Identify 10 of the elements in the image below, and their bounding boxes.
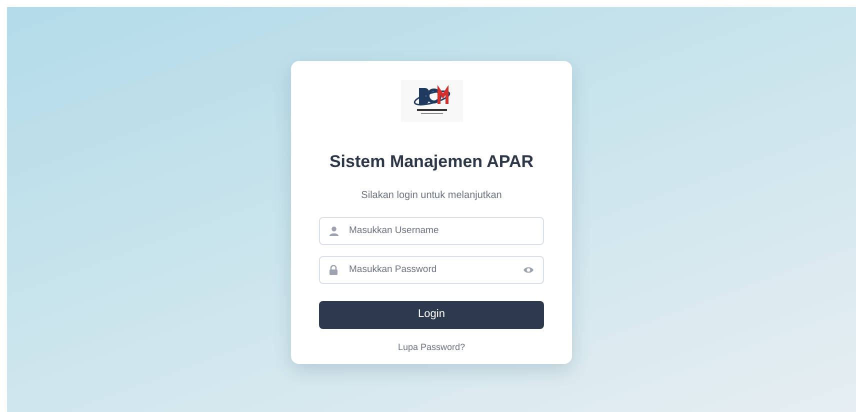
app-title: Sistem Manajemen APAR [329,151,534,173]
password-field[interactable]: Masukkan Password [319,256,544,284]
eye-icon[interactable] [523,266,534,274]
user-icon [329,226,339,236]
login-button[interactable]: Login [319,300,544,328]
lock-icon [329,264,338,274]
company-logo [400,80,462,122]
username-field[interactable]: Masukkan Username [319,216,544,244]
subtitle: Silakan login untuk melanjutkan [361,188,502,202]
forgot-password-link[interactable]: Lupa Password? [398,340,466,354]
